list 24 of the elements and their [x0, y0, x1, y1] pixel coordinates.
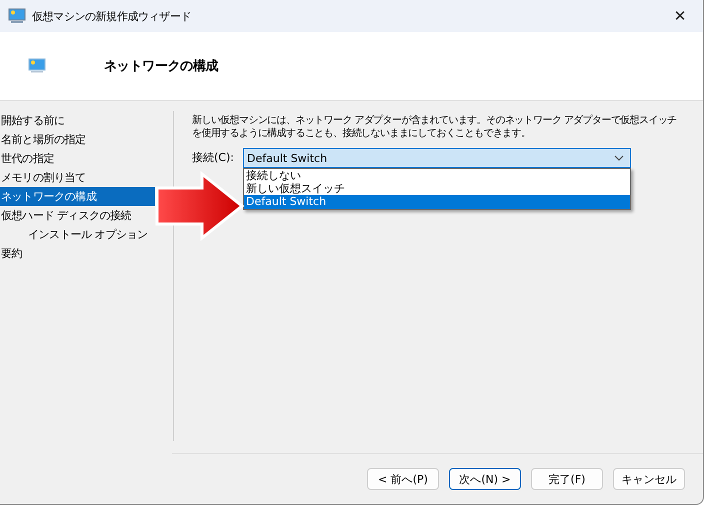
nav-item[interactable]: メモリの割り当て [0, 168, 155, 187]
nav-item[interactable]: 仮想ハード ディスクの接続 [0, 206, 155, 225]
nav-item[interactable]: ネットワークの構成 [0, 187, 155, 206]
chevron-down-icon [614, 155, 624, 161]
close-button[interactable]: ✕ [657, 0, 703, 32]
nav-item[interactable]: 開始する前に [0, 111, 155, 130]
nav-item[interactable]: 世代の指定 [0, 149, 155, 168]
dropdown-option[interactable]: 新しい仮想スイッチ [244, 182, 630, 195]
dropdown-option[interactable]: Default Switch [244, 195, 630, 209]
monitor-icon [28, 58, 46, 74]
window-title: 仮想マシンの新規作成ウィザード [32, 8, 192, 24]
page-heading: ネットワークの構成 [104, 58, 218, 75]
dialog-button[interactable]: < 前へ(P) [367, 468, 439, 490]
connection-label: 接続(C): [192, 150, 235, 166]
connection-dropdown[interactable]: Default Switch [243, 148, 631, 168]
dialog-button[interactable]: 完了(F) [531, 468, 603, 490]
nav-item[interactable]: 要約 [0, 244, 155, 263]
dialog-button[interactable]: キャンセル [613, 468, 685, 490]
description-text: 新しい仮想マシンには、ネットワーク アダプターが含まれています。そのネットワーク アダプターで仮想スイッチを使用するように構成することも、接続しないままにしておくこともできます。 [192, 114, 678, 140]
dialog-button[interactable]: 次へ(N) > [449, 468, 521, 490]
dropdown-option[interactable]: 接続しない [244, 169, 630, 182]
monitor-icon [8, 8, 26, 24]
nav-item[interactable]: インストール オプション [0, 225, 155, 244]
nav-item[interactable]: 名前と場所の指定 [0, 130, 155, 149]
